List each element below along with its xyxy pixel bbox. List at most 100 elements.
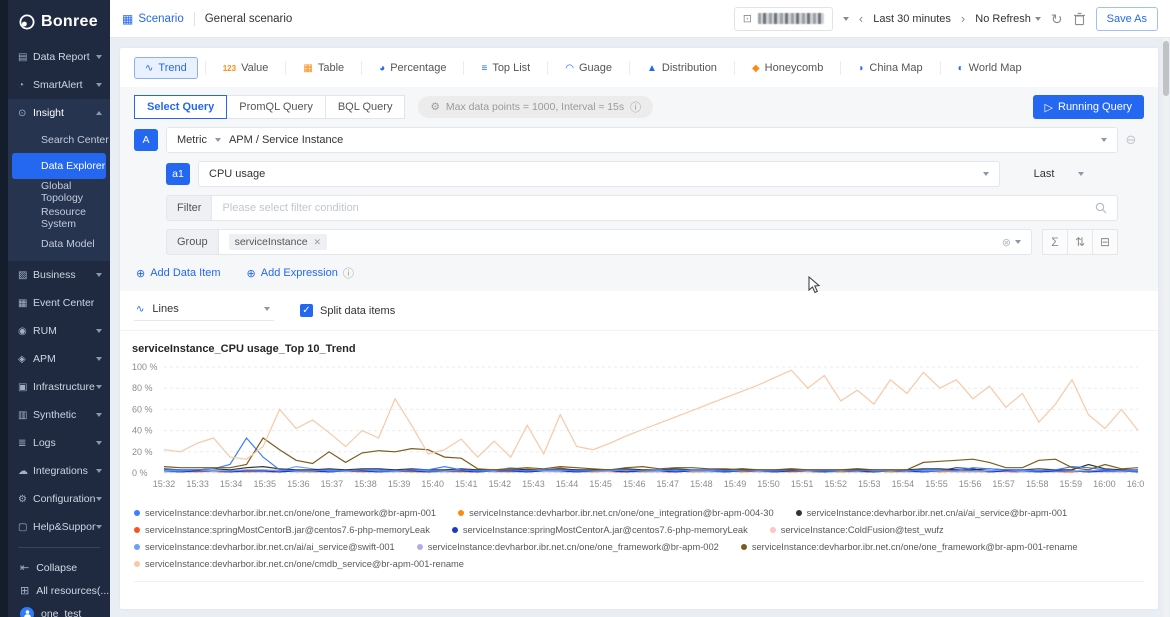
legend-dot-icon (134, 544, 140, 550)
legend-item[interactable]: serviceInstance:ColdFusion@test_wufz (770, 523, 944, 537)
aggregation-caret-icon (1078, 172, 1084, 176)
plus-circle-icon: ⊕ (247, 267, 256, 280)
add-expression-link[interactable]: ⊕ Add Expression ⓘ (247, 265, 354, 281)
time-back-icon[interactable]: ‹ (859, 12, 863, 25)
query-tab-bql-query[interactable]: BQL Query (325, 95, 406, 119)
sidebar-item-insight[interactable]: ⊙ Insight (8, 99, 110, 127)
add-data-item-link[interactable]: ⊕ Add Data Item (136, 267, 221, 280)
legend-item[interactable]: serviceInstance:springMostCentorB.jar@ce… (134, 523, 430, 537)
tab-china-map[interactable]: ◗China Map (848, 58, 932, 78)
breadcrumb-scenario[interactable]: Scenario (138, 13, 183, 25)
filter-input[interactable] (222, 202, 1087, 214)
sidebar-item-business[interactable]: ▨ Business (8, 261, 110, 289)
metric-row-a1: a1 CPU usage Last (134, 161, 1144, 187)
metric-type-select[interactable]: Metric APM / Service Instance (166, 127, 1118, 153)
x-axis-tick: 15:58 (1026, 479, 1049, 489)
tab-trend[interactable]: ∿Trend (134, 57, 198, 79)
metric-select[interactable]: CPU usage (198, 161, 1000, 187)
scrollbar-thumb[interactable] (1163, 41, 1169, 96)
legend-item[interactable]: serviceInstance:springMostCentorA.jar@ce… (452, 523, 748, 537)
sidebar-item-global-topology[interactable]: Global Topology (8, 179, 110, 205)
info-circle-icon[interactable]: ⓘ (630, 99, 641, 115)
split-data-checkbox[interactable]: ✓ (300, 304, 313, 317)
collapse-button[interactable]: ⇤ Collapse (8, 556, 110, 579)
tab-value[interactable]: 123Value (213, 58, 279, 78)
insight-icon: ⊙ (18, 108, 33, 119)
all-resources-button[interactable]: ⊞ All resources(... (8, 579, 110, 602)
legend-item[interactable]: serviceInstance:devharbor.ibr.net.cn/one… (741, 540, 1078, 554)
legend-dot-icon (770, 527, 776, 533)
scope-selector[interactable]: ⊡ (734, 7, 833, 31)
sidebar-item-resource-system[interactable]: Resource System (8, 205, 110, 231)
legend-dot-icon (741, 544, 747, 550)
running-query-button[interactable]: ▷ Running Query (1033, 95, 1144, 119)
x-axis-tick: 15:51 (791, 479, 814, 489)
scope-caret-icon[interactable] (843, 17, 849, 21)
tab-divider (547, 61, 548, 75)
tab-distribution[interactable]: ▲Distribution (637, 58, 727, 78)
legend-item[interactable]: serviceInstance:devharbor.ibr.net.cn/one… (417, 540, 719, 554)
query-tab-select-query[interactable]: Select Query (134, 95, 227, 119)
scope-selector-redacted-label (758, 13, 824, 24)
aggregation-select[interactable]: Last (1000, 161, 1118, 187)
sigma-aggregate-button[interactable]: Σ (1042, 229, 1068, 255)
chevron-down-icon (96, 83, 102, 87)
sidebar-item-smartalert[interactable]: ◔ SmartAlert (8, 71, 110, 99)
value-icon: 123 (223, 64, 236, 73)
trend-chart[interactable]: 0 %20 %40 %60 %80 %100 %15:3215:3315:341… (130, 361, 1144, 495)
legend-item[interactable]: serviceInstance:devharbor.ibr.net.cn/one… (134, 506, 436, 520)
legend-item[interactable]: serviceInstance:devharbor.ibr.net.cn/one… (458, 506, 774, 520)
brand-logo[interactable]: Bonree (8, 0, 110, 43)
top-n-button[interactable]: ⊟ (1092, 229, 1118, 255)
sidebar-item-synthetic[interactable]: ▥ Synthetic (8, 401, 110, 429)
split-data-label: Split data items (320, 305, 395, 317)
delete-icon[interactable] (1073, 12, 1086, 26)
tab-table[interactable]: ▦Table (293, 58, 354, 78)
group-tag: serviceInstance ✕ (229, 234, 328, 250)
china-map-icon: ◗ (858, 63, 864, 74)
sidebar-item-rum[interactable]: ◉ RUM (8, 317, 110, 345)
sidebar-item-search-center[interactable]: Search Center (8, 127, 110, 153)
user-menu[interactable]: one_test (8, 602, 110, 617)
sidebar-item-event-center[interactable]: ▦ Event Center (8, 289, 110, 317)
page-scrollbar[interactable] (1163, 38, 1169, 617)
legend-dot-icon (796, 510, 802, 516)
legend-dot-icon (417, 544, 423, 550)
series-line (164, 438, 1138, 471)
sidebar-item-integrations[interactable]: ☁ Integrations (8, 457, 110, 485)
reload-icon[interactable]: ↻ (1051, 12, 1063, 26)
time-range-selector[interactable]: Last 30 minutes (873, 13, 951, 25)
legend-item[interactable]: serviceInstance:devharbor.ibr.net.cn/ai/… (796, 506, 1068, 520)
sort-button[interactable]: ⇅ (1067, 229, 1093, 255)
tag-remove-icon[interactable]: ✕ (314, 237, 322, 248)
sidebar-item-configuration[interactable]: ⚙ Configuration (8, 485, 110, 513)
legend-item[interactable]: serviceInstance:devharbor.ibr.net.cn/one… (134, 557, 464, 571)
sidebar-item-help-support[interactable]: ▢ Help&Support (8, 513, 110, 541)
query-tab-promql-query[interactable]: PromQL Query (226, 95, 326, 119)
sidebar-item-data-model[interactable]: Data Model (8, 231, 110, 257)
tab-percentage[interactable]: ◕Percentage (369, 58, 456, 78)
series-line (164, 370, 1138, 459)
sidebar-item-data-explorer[interactable]: Data Explorer (12, 153, 106, 179)
save-as-button[interactable]: Save As (1096, 7, 1158, 31)
sidebar-item-data-report[interactable]: ▤ Data Report (8, 43, 110, 71)
chart-type-select[interactable]: ∿ Lines (134, 300, 274, 321)
sidebar-item-apm[interactable]: ◈ APM (8, 345, 110, 373)
tab-honeycomb[interactable]: ◆Honeycomb (742, 58, 833, 78)
tab-top-list[interactable]: ≡Top List (471, 58, 540, 78)
clear-all-icon[interactable]: ⊗ (1002, 236, 1011, 249)
time-forward-icon[interactable]: › (961, 12, 965, 25)
help-support-icon: ▢ (18, 522, 33, 533)
x-axis-tick: 15:46 (623, 479, 646, 489)
chevron-down-icon (96, 441, 102, 445)
sidebar-item-logs[interactable]: ≣ Logs (8, 429, 110, 457)
refresh-mode-select[interactable]: No Refresh (975, 13, 1041, 25)
sidebar-footer: ⇤ Collapse ⊞ All resources(... one_test (8, 541, 110, 617)
tab-guage[interactable]: ◠Guage (555, 58, 622, 78)
sidebar-item-infrastructure[interactable]: ▣ Infrastructure (8, 373, 110, 401)
legend-item[interactable]: serviceInstance:devharbor.ibr.net.cn/ai/… (134, 540, 395, 554)
tab-world-map[interactable]: ◐World Map (948, 58, 1032, 78)
group-caret-icon (1015, 240, 1021, 244)
remove-row-icon[interactable]: ⊖ (1126, 132, 1137, 148)
group-input[interactable]: serviceInstance ✕ ⊗ (218, 229, 1032, 255)
